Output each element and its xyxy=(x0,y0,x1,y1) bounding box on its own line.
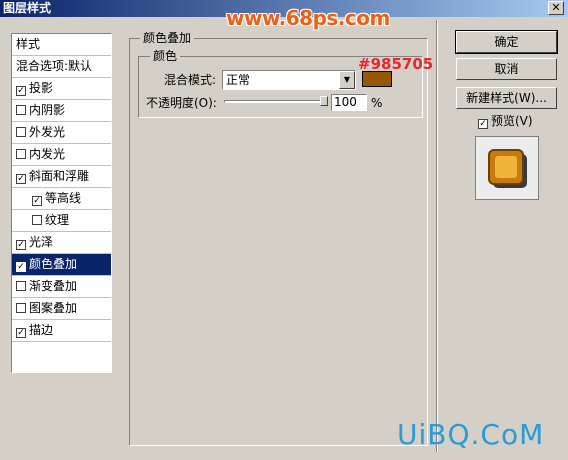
style-list-item[interactable]: ✓ 光泽 xyxy=(12,232,111,254)
opacity-label: 不透明度(O): xyxy=(146,96,217,110)
preview-swatch-graphic xyxy=(476,137,538,199)
opacity-input[interactable]: 100 xyxy=(331,94,367,111)
style-list-item-label: 纹理 xyxy=(45,213,70,227)
style-checkbox[interactable]: ✓ xyxy=(16,262,26,272)
style-list-item[interactable]: 内阴影 xyxy=(12,100,111,122)
style-checkbox[interactable] xyxy=(16,105,26,115)
style-list-item-label: 等高线 xyxy=(45,191,82,205)
style-list-item-label: 投影 xyxy=(29,81,54,95)
style-checkbox[interactable]: ✓ xyxy=(16,328,26,338)
style-checkbox[interactable] xyxy=(32,215,42,225)
style-checkbox[interactable] xyxy=(16,149,26,159)
color-hex-annotation: #985705 xyxy=(358,55,434,73)
close-icon: ✕ xyxy=(551,1,561,14)
style-list-item-label: 图案叠加 xyxy=(29,301,78,315)
style-list-item-label: 混合选项:默认 xyxy=(16,59,93,73)
style-list-item-label: 描边 xyxy=(29,323,54,337)
style-checkbox[interactable] xyxy=(16,281,26,291)
preview-checkbox-row[interactable]: ✓ 预览(V) xyxy=(478,113,533,129)
opacity-slider-thumb[interactable] xyxy=(320,96,328,106)
style-list-item[interactable]: ✓ 投影 xyxy=(12,78,111,100)
panel-divider xyxy=(436,20,438,452)
color-overlay-title: 颜色叠加 xyxy=(140,31,195,45)
blend-mode-label: 混合模式: xyxy=(164,73,217,87)
blend-mode-select[interactable]: 正常 ▼ xyxy=(222,70,356,90)
style-list-item[interactable]: ✓ 斜面和浮雕 xyxy=(12,166,111,188)
style-checkbox[interactable]: ✓ xyxy=(32,196,42,206)
style-list-item-label: 内阴影 xyxy=(29,103,66,117)
style-list-item[interactable]: 外发光 xyxy=(12,122,111,144)
style-preview-thumbnail xyxy=(475,136,539,200)
style-list-item-label: 内发光 xyxy=(29,147,66,161)
style-checkbox[interactable]: ✓ xyxy=(16,240,26,250)
new-style-button[interactable]: 新建样式(W)... xyxy=(456,87,557,109)
blend-mode-value: 正常 xyxy=(226,73,251,87)
ok-button[interactable]: 确定 xyxy=(455,30,558,54)
watermark-text: www.68ps.com xyxy=(226,6,390,30)
style-list-item-label: 样式 xyxy=(16,37,41,51)
style-list-item-label: 外发光 xyxy=(29,125,66,139)
style-list-item[interactable]: 纹理 xyxy=(12,210,111,232)
preview-checkbox[interactable]: ✓ xyxy=(478,119,488,129)
style-list-item[interactable]: ✓ 等高线 xyxy=(12,188,111,210)
style-list-item[interactable]: ✓ 颜色叠加 xyxy=(12,254,111,276)
style-checkbox[interactable] xyxy=(16,303,26,313)
site-brand-watermark: UiBQ.CoM xyxy=(397,418,545,451)
color-group-title: 颜色 xyxy=(150,49,181,63)
preview-label: 预览(V) xyxy=(491,114,533,128)
style-list-item[interactable]: 内发光 xyxy=(12,144,111,166)
style-list-item[interactable]: 混合选项:默认 xyxy=(12,56,111,78)
style-list-item[interactable]: 渐变叠加 xyxy=(12,276,111,298)
cancel-button[interactable]: 取消 xyxy=(456,58,557,80)
opacity-slider[interactable] xyxy=(224,100,326,103)
style-list: 样式 混合选项:默认 ✓ 投影 内阴影 外发光 内发光 ✓ 斜面和浮雕 ✓ 等高线 纹理 ✓ 光泽 ✓ 颜色叠… xyxy=(11,33,112,373)
style-list-item[interactable]: 图案叠加 xyxy=(12,298,111,320)
style-list-item[interactable]: 样式 xyxy=(12,34,111,56)
window-title: 图层样式 xyxy=(3,1,52,15)
style-list-item-label: 颜色叠加 xyxy=(29,257,78,271)
style-checkbox[interactable] xyxy=(16,127,26,137)
style-list-item-label: 渐变叠加 xyxy=(29,279,78,293)
style-list-item-label: 斜面和浮雕 xyxy=(29,169,90,183)
chevron-down-icon[interactable]: ▼ xyxy=(339,71,355,89)
style-list-item-label: 光泽 xyxy=(29,235,54,249)
close-button[interactable]: ✕ xyxy=(548,1,564,15)
opacity-unit: % xyxy=(371,96,383,110)
color-swatch[interactable] xyxy=(362,71,392,87)
style-checkbox[interactable]: ✓ xyxy=(16,86,26,96)
style-checkbox[interactable]: ✓ xyxy=(16,174,26,184)
style-list-item[interactable]: ✓ 描边 xyxy=(12,320,111,342)
